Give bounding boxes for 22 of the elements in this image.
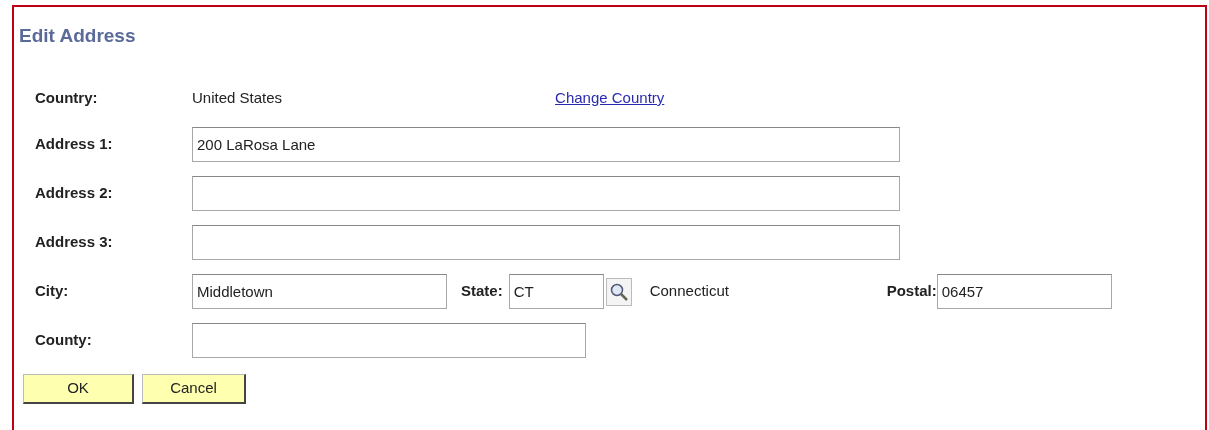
cancel-button[interactable]: Cancel	[142, 374, 246, 404]
search-icon[interactable]	[605, 277, 632, 306]
ok-button[interactable]: OK	[23, 374, 134, 404]
city-field[interactable]: Middletown	[192, 274, 447, 309]
field-label: County:	[34, 330, 93, 351]
state-field[interactable]: CT	[508, 274, 604, 309]
field-label: Country:	[34, 87, 99, 108]
state-name: Connecticut	[649, 281, 730, 302]
field-label: City:	[34, 281, 70, 302]
field-label: State:	[461, 281, 503, 302]
field-label: Postal:	[886, 281, 937, 302]
change-country-link[interactable]: Change Country	[555, 86, 665, 110]
country-value: United States	[192, 87, 283, 108]
address-field[interactable]	[192, 176, 900, 211]
address-field[interactable]	[192, 225, 900, 260]
field-label: Address 2:	[34, 183, 114, 204]
page-title: Edit Address	[19, 24, 137, 48]
field-label: Address 1:	[34, 134, 114, 155]
postal-field[interactable]: 06457	[936, 274, 1112, 309]
address-field[interactable]: 200 LaRosa Lane	[192, 127, 900, 162]
field-label: Address 3:	[34, 232, 114, 253]
county-field[interactable]	[192, 323, 586, 358]
